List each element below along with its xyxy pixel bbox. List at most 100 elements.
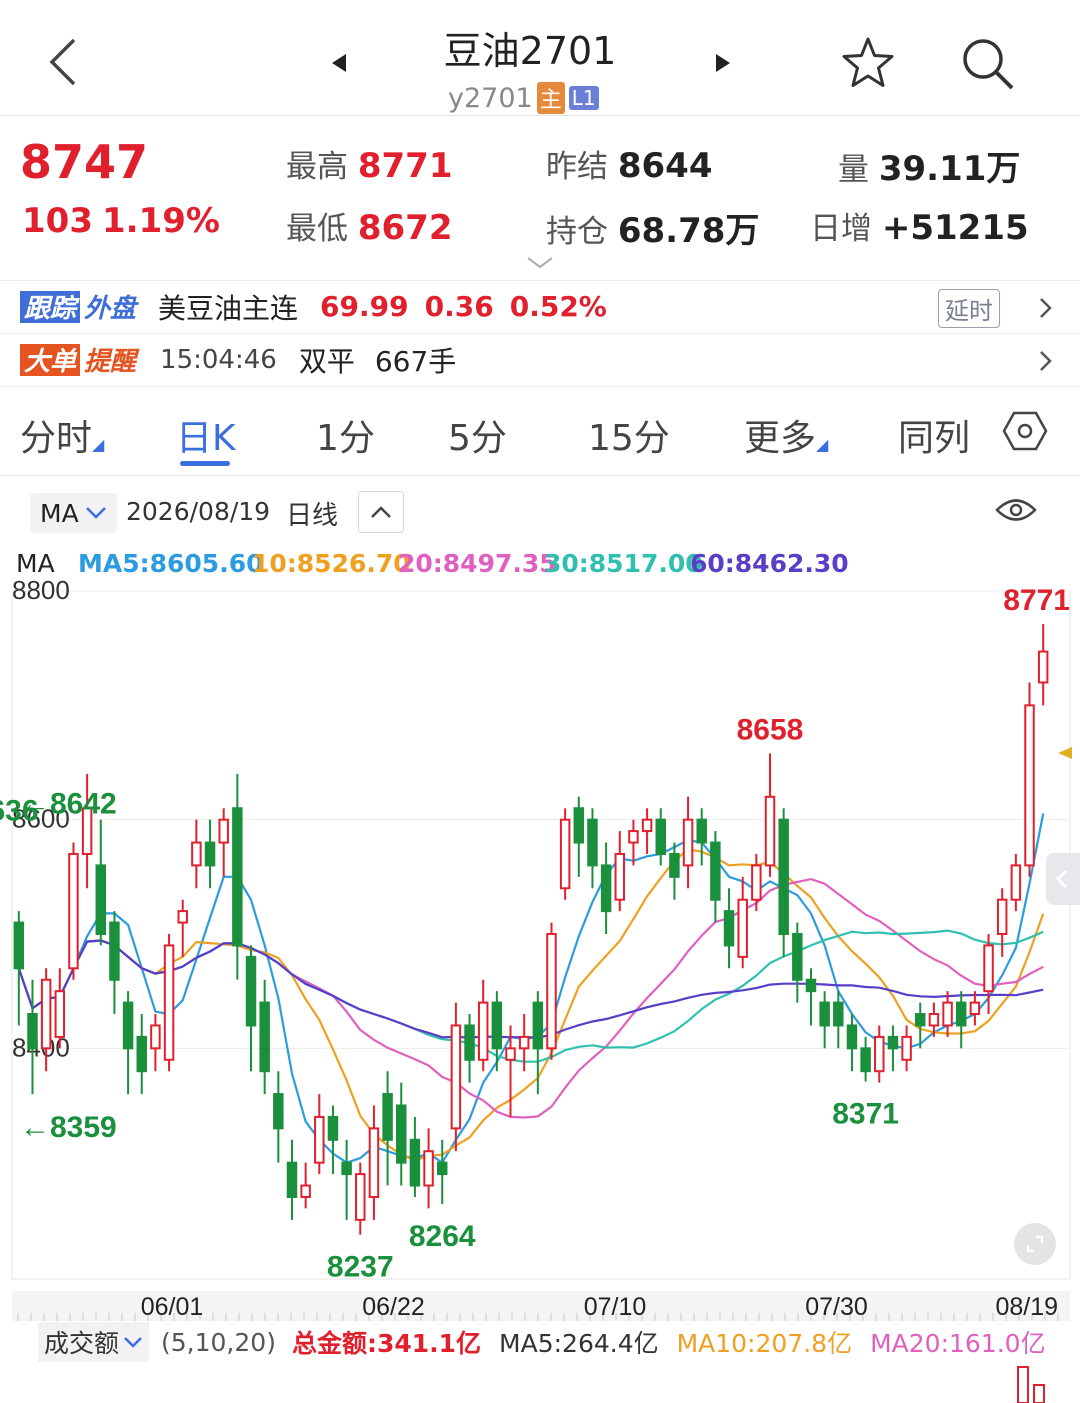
candle-body — [491, 1001, 503, 1050]
tab-more[interactable]: 更多◢ — [744, 409, 828, 461]
x-tick-label: 08/19 — [995, 1293, 1058, 1321]
search-icon[interactable] — [960, 36, 1016, 92]
overseas-change-pct: 0.52% — [509, 290, 607, 323]
page-title: 豆油2701 — [443, 29, 617, 73]
low-value: 8672 — [357, 208, 453, 248]
tab-more-label: 更多 — [744, 418, 817, 459]
settings-hexagon-icon[interactable] — [1002, 409, 1048, 453]
x-tick-label: 07/10 — [584, 1293, 647, 1321]
candle-body — [163, 944, 175, 1061]
candle-body — [464, 1024, 475, 1061]
chevron-up-icon — [371, 506, 391, 518]
tab-timeshare[interactable]: 分时◢ — [20, 409, 104, 461]
volume-indicator-select[interactable]: 成交额 — [38, 1322, 150, 1362]
tab-15min[interactable]: 15分 — [588, 409, 670, 461]
candle-body — [1024, 704, 1035, 867]
tab-15min-label: 15分 — [588, 418, 670, 459]
alert-tag-primary: 大单 — [20, 343, 81, 377]
track-tag-primary: 跟踪 — [20, 290, 81, 324]
daily-increase-stat: 日增 +51215 — [810, 203, 1029, 248]
candle-body — [532, 1001, 544, 1050]
prev-contract-icon[interactable] — [330, 52, 350, 74]
candle-body — [232, 807, 243, 947]
track-tag-secondary: 外盘 — [84, 294, 137, 324]
next-contract-icon[interactable] — [712, 52, 732, 74]
candle-body — [368, 1127, 380, 1198]
extreme-label: 8658 — [737, 713, 804, 746]
candle-body — [396, 1104, 407, 1164]
candle-body — [996, 898, 1008, 936]
candle-body — [669, 852, 680, 878]
overseas-track-row[interactable]: 跟踪 外盘 美豆油主连 69.99 0.36 0.52% 延时 — [0, 280, 1080, 332]
candle-body — [477, 1001, 489, 1061]
overseas-price: 69.99 — [320, 290, 409, 323]
tab-same-series[interactable]: 同列 — [898, 409, 970, 461]
candle-body — [1037, 650, 1049, 684]
candle-body — [13, 921, 25, 970]
candle-body — [887, 1035, 899, 1050]
candle-body — [177, 910, 188, 924]
tab-daily-k[interactable]: 日K — [176, 409, 236, 461]
overseas-change: 0.36 — [424, 290, 494, 323]
candle-body — [805, 978, 817, 993]
chevron-right-icon[interactable] — [1038, 297, 1054, 319]
candle-body — [68, 852, 79, 970]
candle-body — [969, 1001, 981, 1016]
candle-body — [874, 1035, 885, 1073]
track-tag: 跟踪 外盘 — [20, 290, 136, 324]
contract-code: y2701 — [448, 82, 533, 114]
tab-same-series-label: 同列 — [898, 418, 971, 459]
candle-body — [559, 818, 571, 890]
candle-body — [751, 864, 762, 901]
indicator-select[interactable]: MA — [30, 493, 117, 533]
candle-body — [27, 1013, 38, 1050]
last-price-marker — [1058, 747, 1072, 759]
volume-params: (5,10,20) — [161, 1327, 276, 1357]
candlestick-chart[interactable]: 880086008400←86428636←835982378264865883… — [0, 577, 1080, 1403]
tab-1min-label: 1分 — [316, 418, 375, 459]
candle-body — [641, 818, 653, 833]
ma20-value: 20:8497.35 — [398, 549, 557, 578]
tab-5min[interactable]: 5分 — [448, 409, 507, 461]
big-order-alert-row[interactable]: 大单 提醒 15:04:46 双平 667手 — [0, 333, 1080, 385]
prev-settle-value: 8644 — [617, 146, 713, 186]
eye-icon[interactable] — [994, 495, 1038, 525]
candle-body — [846, 1024, 858, 1050]
extreme-label: ←8359 — [20, 1111, 117, 1144]
alert-tag: 大单 提醒 — [20, 343, 136, 377]
back-icon[interactable] — [44, 36, 84, 88]
candle-body — [40, 978, 52, 1050]
candle-body — [573, 807, 585, 844]
candle-body — [928, 1013, 940, 1027]
extreme-label: 8371 — [832, 1097, 899, 1130]
tab-1min[interactable]: 1分 — [316, 409, 375, 461]
low-label: 最低 — [286, 211, 348, 247]
main-badge: 主 — [536, 82, 565, 114]
candle-body — [259, 1001, 270, 1073]
side-drawer-handle[interactable] — [1046, 853, 1080, 905]
candle-body — [819, 1001, 830, 1027]
candle-body — [546, 933, 557, 1050]
candle-body — [327, 1115, 339, 1141]
chevron-left-icon — [1055, 869, 1068, 889]
prev-settle-label: 昨结 — [546, 149, 608, 185]
fullscreen-button[interactable] — [1014, 1223, 1056, 1265]
candle-body — [710, 841, 721, 901]
candle-body — [655, 818, 666, 855]
volume-indicator-label: 成交额 — [44, 1329, 120, 1358]
candle-body — [955, 1001, 967, 1027]
candle-body — [450, 1024, 462, 1130]
volume-ma20: MA20:161.0亿 — [870, 1329, 1046, 1358]
candle-body — [696, 818, 707, 844]
collapse-button[interactable] — [358, 491, 404, 533]
chevron-right-icon[interactable] — [1038, 350, 1054, 372]
candle-body — [764, 795, 776, 867]
expand-chevron-icon[interactable] — [526, 255, 554, 271]
volume-total: 总金额:341.1亿 — [291, 1329, 482, 1358]
x-tick-label: 07/30 — [805, 1293, 868, 1321]
candle-body — [150, 1024, 161, 1050]
ma-legend-label: MA — [16, 549, 55, 578]
star-icon[interactable] — [840, 36, 896, 90]
candle-body — [409, 1138, 421, 1187]
open-interest-label: 持仓 — [546, 214, 608, 250]
